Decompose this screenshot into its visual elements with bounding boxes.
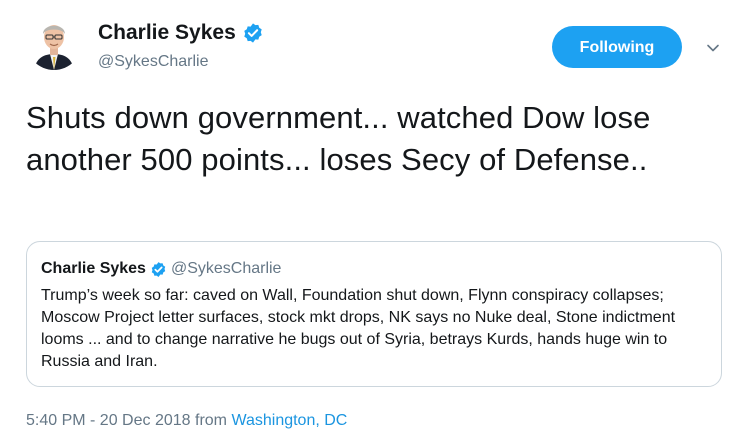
avatar-image [26,14,82,70]
tweet-meta: 5:40 PM - 20 Dec 2018 from Washington, D… [26,411,347,431]
timestamp[interactable]: 5:40 PM - 20 Dec 2018 [26,412,191,429]
author-name[interactable]: Charlie Sykes [98,20,236,46]
quoted-tweet-header: Charlie Sykes @SykesCharlie [41,259,281,279]
quoted-tweet-text: Trump’s week so far: caved on Wall, Foun… [41,287,676,370]
quoted-tweet[interactable]: Charlie Sykes @SykesCharlie Trump’s week… [26,241,722,387]
location-link[interactable]: Washington, DC [231,412,347,429]
following-button[interactable]: Following [552,26,682,68]
quoted-author-name: Charlie Sykes [41,260,146,277]
quoted-author-handle: @SykesCharlie [170,260,282,277]
verified-badge-icon [150,261,167,278]
chevron-down-icon[interactable] [705,40,721,56]
tweet-text: Shuts down government... watched Dow los… [26,100,651,177]
from-label: from [195,412,227,429]
avatar[interactable] [26,14,82,70]
author-name-row[interactable]: Charlie Sykes [98,20,264,46]
tweet-card: Charlie Sykes @SykesCharlie Following Sh… [0,0,745,438]
verified-badge-icon [242,22,264,44]
author-handle[interactable]: @SykesCharlie [98,52,209,72]
